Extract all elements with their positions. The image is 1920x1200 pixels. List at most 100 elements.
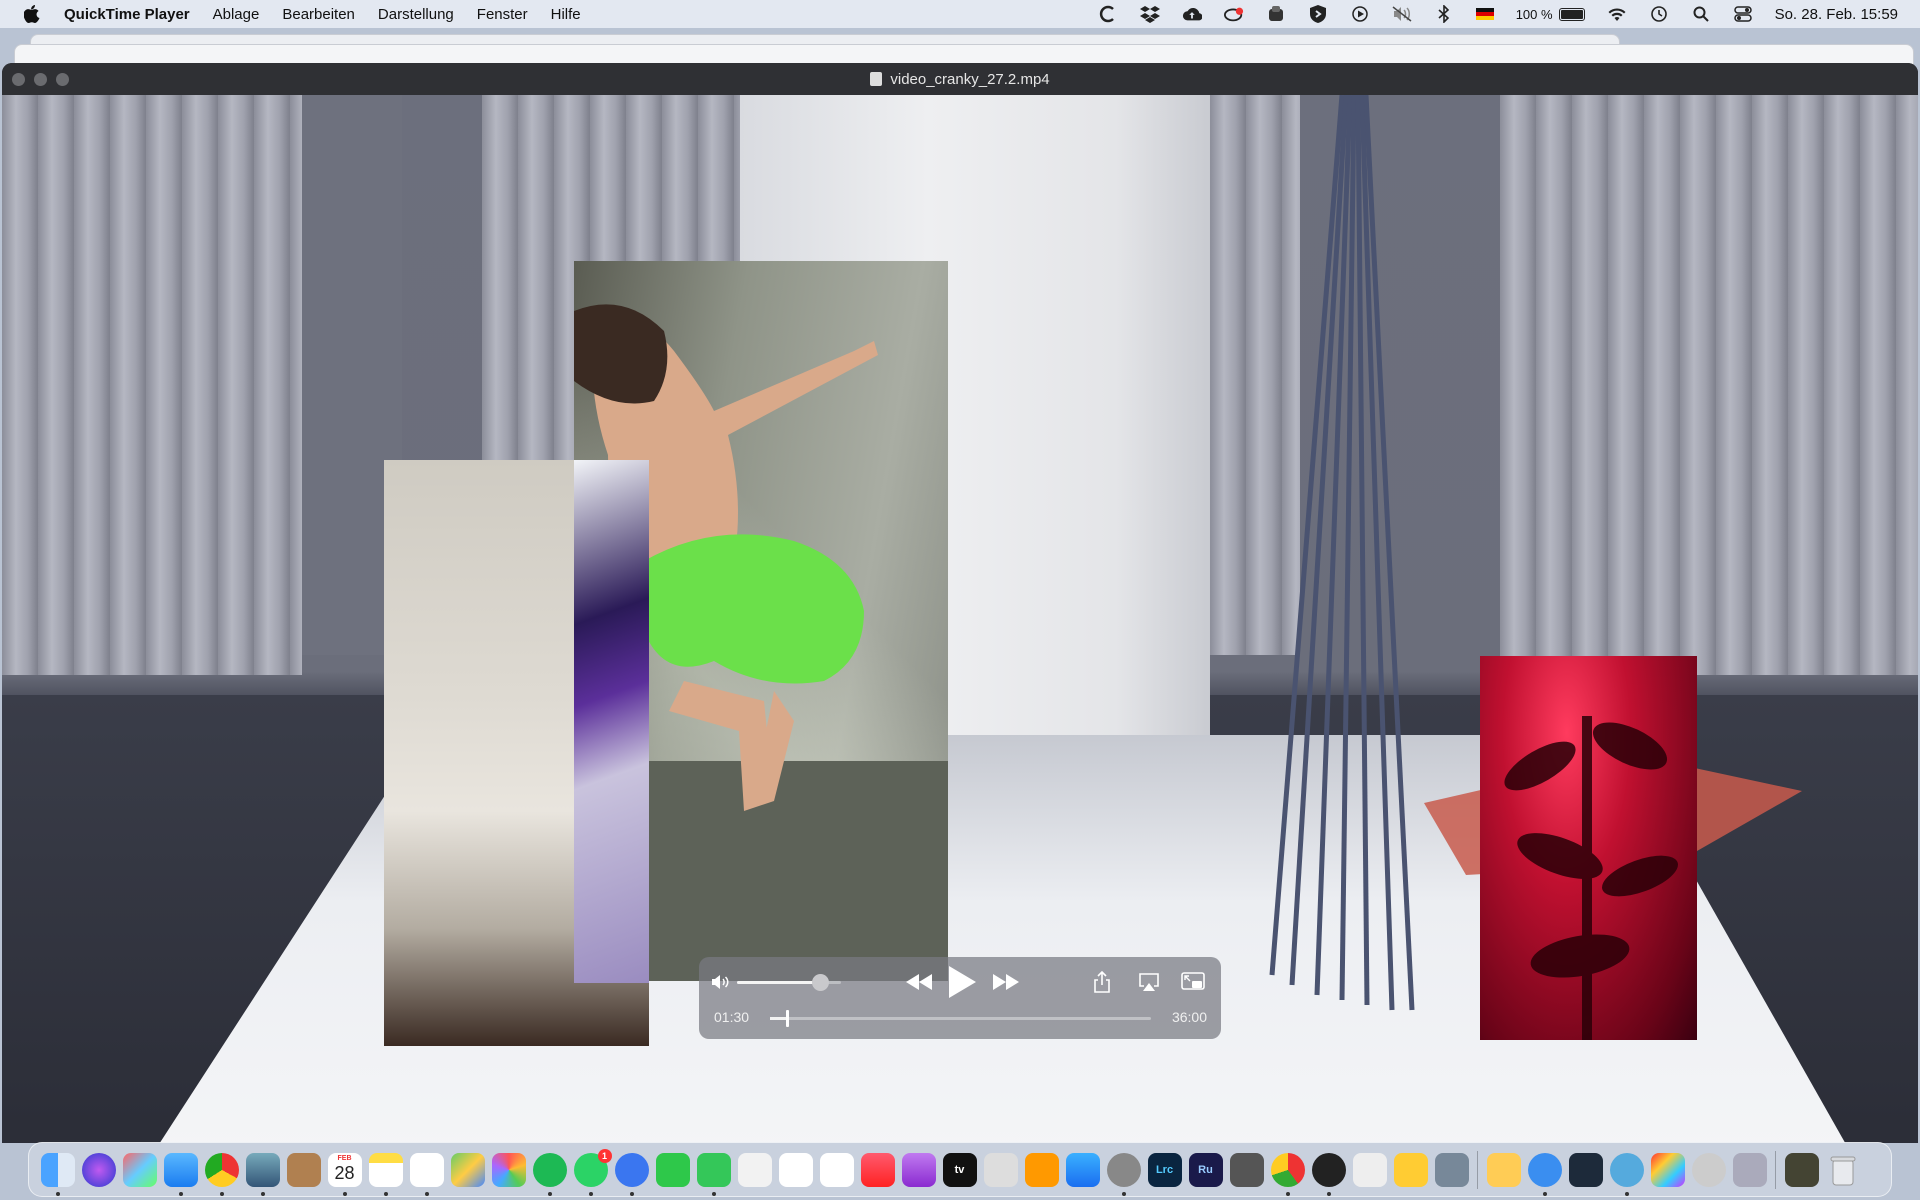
rewind-button[interactable]	[904, 970, 934, 994]
dock: FEB 28 1 tv Lrc Ru	[28, 1142, 1892, 1197]
vpn-icon[interactable]	[1266, 5, 1286, 23]
dock-separator	[1477, 1150, 1478, 1189]
menu-darstellung[interactable]: Darstellung	[378, 6, 454, 23]
whatsapp-icon[interactable]: 1	[573, 1148, 612, 1196]
mail-icon[interactable]	[163, 1152, 198, 1196]
bitwarden-icon[interactable]	[1308, 5, 1328, 23]
overlay-clip-red-plant	[1480, 656, 1697, 1040]
cloud-upload-icon[interactable]	[1182, 5, 1202, 23]
downloads-stack-icon[interactable]	[1784, 1152, 1819, 1187]
rush-label: Ru	[1198, 1163, 1213, 1176]
siri-icon[interactable]	[81, 1152, 116, 1187]
minimize-button[interactable]	[34, 73, 47, 86]
numbers-icon[interactable]	[819, 1152, 854, 1187]
playback-controls: 01:30 36:00	[699, 957, 1221, 1039]
document-icon[interactable]	[870, 72, 883, 86]
cleaner-icon[interactable]	[1691, 1152, 1726, 1187]
image-capture-icon[interactable]	[1732, 1152, 1767, 1187]
volume-knob[interactable]	[812, 974, 830, 991]
launchpad-icon[interactable]	[122, 1152, 157, 1187]
apple-tv-label: tv	[954, 1163, 965, 1176]
share-button[interactable]	[1091, 970, 1113, 994]
books-icon[interactable]	[1024, 1152, 1059, 1187]
migration-icon[interactable]	[1434, 1152, 1469, 1187]
terminal-icon[interactable]	[1568, 1152, 1603, 1187]
stickies-icon[interactable]	[1486, 1152, 1521, 1187]
menu-ablage[interactable]: Ablage	[213, 6, 260, 23]
german-flag-icon[interactable]	[1475, 7, 1494, 21]
menu-bearbeiten[interactable]: Bearbeiten	[282, 6, 355, 23]
system-preferences-icon[interactable]	[1106, 1152, 1141, 1196]
creative-cloud-icon[interactable]	[1223, 5, 1244, 23]
airplay-button[interactable]	[1137, 971, 1161, 993]
volume-fill	[737, 981, 821, 984]
screenshot-icon[interactable]	[983, 1152, 1018, 1187]
scrubber-track[interactable]	[770, 1010, 1151, 1027]
overlay-clip-purple	[574, 460, 649, 983]
safari-icon[interactable]	[1527, 1152, 1562, 1196]
play-button[interactable]	[944, 964, 980, 1000]
tips-icon[interactable]	[1393, 1152, 1428, 1187]
preview-icon[interactable]	[245, 1152, 280, 1196]
menubar-clock[interactable]: So. 28. Feb. 15:59	[1775, 6, 1898, 23]
photos-icon[interactable]	[491, 1152, 526, 1187]
time-machine-icon[interactable]	[1649, 5, 1669, 23]
dock-separator	[1775, 1150, 1776, 1189]
chrome-icon[interactable]	[204, 1152, 239, 1196]
app-store-icon[interactable]	[1065, 1152, 1100, 1187]
signal-icon[interactable]	[614, 1152, 649, 1196]
window-titlebar[interactable]: video_cranky_27.2.mp4	[2, 63, 1918, 95]
textedit-icon[interactable]	[737, 1152, 772, 1187]
zoom-button[interactable]	[56, 73, 69, 86]
menu-fenster[interactable]: Fenster	[477, 6, 528, 23]
notes-icon[interactable]	[368, 1152, 403, 1196]
whatsapp-badge: 1	[597, 1148, 612, 1163]
lightroom-classic-icon[interactable]: Lrc	[1147, 1152, 1182, 1187]
status-area: 100 % So. 28. Feb. 15:59	[1098, 0, 1898, 28]
maps-icon[interactable]	[450, 1152, 485, 1187]
volume-icon[interactable]	[711, 973, 731, 991]
creative-cloud-dock-icon[interactable]	[1650, 1152, 1685, 1187]
messages-icon[interactable]	[696, 1152, 731, 1196]
calculator-icon[interactable]	[1229, 1152, 1264, 1187]
fast-forward-button[interactable]	[991, 970, 1021, 994]
lightroom-label: Lrc	[1155, 1163, 1174, 1176]
script-editor-icon[interactable]	[1352, 1152, 1387, 1187]
window-controls	[12, 73, 69, 86]
podcasts-icon[interactable]	[901, 1152, 936, 1187]
reminders-icon[interactable]	[409, 1152, 444, 1196]
finder-icon[interactable]	[40, 1152, 75, 1196]
picture-in-picture-button[interactable]	[1181, 971, 1205, 993]
close-button[interactable]	[12, 73, 25, 86]
spotify-icon[interactable]	[532, 1152, 567, 1196]
music-icon[interactable]	[860, 1152, 895, 1187]
video-frame[interactable]: 01:30 36:00	[2, 95, 1918, 1143]
menu-hilfe[interactable]: Hilfe	[551, 6, 581, 23]
istat-icon[interactable]	[1270, 1152, 1305, 1196]
trash-icon[interactable]	[1826, 1153, 1860, 1187]
dropbox-icon[interactable]	[1139, 5, 1160, 23]
activity-icon[interactable]	[1311, 1152, 1346, 1196]
apple-tv-icon[interactable]: tv	[942, 1152, 977, 1187]
contacts-icon[interactable]	[286, 1152, 321, 1187]
calendar-icon[interactable]: FEB 28	[327, 1152, 362, 1196]
wifi-icon[interactable]	[1607, 5, 1627, 23]
facetime-icon[interactable]	[655, 1152, 690, 1187]
bluetooth-icon[interactable]	[1434, 5, 1454, 23]
volume-slider[interactable]	[737, 974, 841, 991]
curtain-left	[2, 95, 302, 675]
spotlight-icon[interactable]	[1691, 5, 1711, 23]
battery-icon	[1558, 7, 1585, 21]
quicktime-icon[interactable]	[1609, 1152, 1644, 1196]
apple-menu-icon[interactable]	[24, 5, 42, 23]
pages-icon[interactable]	[778, 1152, 813, 1187]
scrubber-playhead[interactable]	[786, 1010, 789, 1027]
cardhop-icon[interactable]	[1098, 5, 1118, 23]
premiere-rush-icon[interactable]: Ru	[1188, 1152, 1223, 1187]
control-center-icon[interactable]	[1733, 5, 1753, 23]
menu-app-name[interactable]: QuickTime Player	[64, 6, 190, 23]
play-icon[interactable]	[1350, 5, 1370, 23]
calendar-month: FEB	[337, 1154, 352, 1162]
battery-indicator[interactable]: 100 %	[1516, 7, 1585, 22]
mute-icon[interactable]	[1392, 5, 1412, 23]
